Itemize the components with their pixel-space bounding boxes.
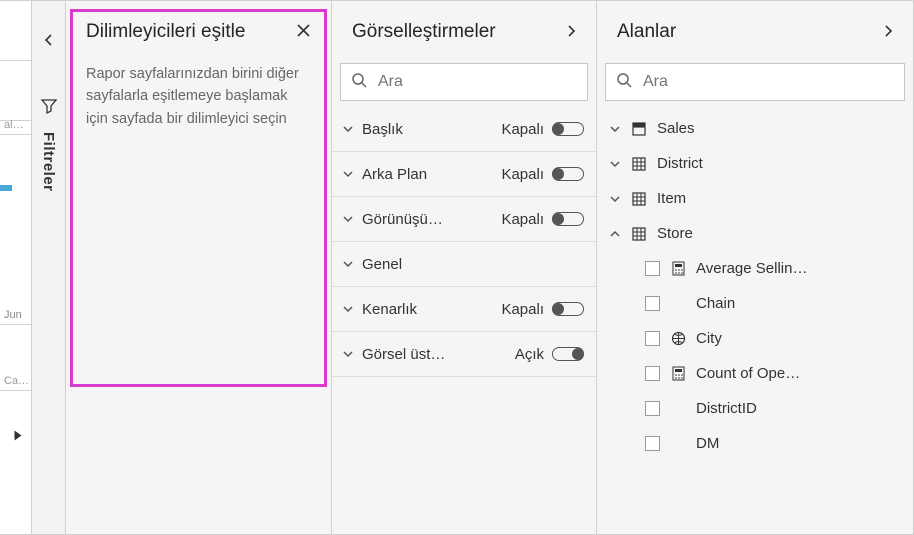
- field-checkbox[interactable]: [645, 401, 660, 416]
- table-label: Item: [657, 190, 686, 207]
- field-label: City: [696, 330, 722, 347]
- table-label: Sales: [657, 120, 695, 137]
- format-row-label: Kenarlık: [362, 301, 493, 318]
- table-label: Store: [657, 225, 693, 242]
- format-row-state: Kapalı: [501, 121, 544, 138]
- field-checkbox[interactable]: [645, 331, 660, 346]
- chevron-right-icon[interactable]: [883, 24, 893, 41]
- field-checkbox[interactable]: [645, 261, 660, 276]
- chevron-down-icon: [342, 303, 354, 315]
- table-row-sales[interactable]: Sales: [605, 111, 905, 146]
- canvas-label: Jun: [4, 309, 22, 321]
- fields-search-input[interactable]: [643, 73, 894, 91]
- format-row-aspect[interactable]: Görünüşü… Kapalı: [332, 197, 596, 242]
- field-label: Count of Ope…: [696, 365, 800, 382]
- format-row-background[interactable]: Arka Plan Kapalı: [332, 152, 596, 197]
- table-row-store[interactable]: Store: [605, 216, 905, 251]
- table-icon: [631, 226, 647, 242]
- canvas-expand-caret-icon[interactable]: [15, 431, 22, 441]
- field-row-dm[interactable]: DM: [605, 426, 905, 461]
- chevron-down-icon: [609, 193, 621, 205]
- report-canvas-edge: al… Jun Ca…: [0, 1, 32, 534]
- filters-pane-collapsed[interactable]: Filtreler: [32, 1, 66, 534]
- table-row-district[interactable]: District: [605, 146, 905, 181]
- sync-slicers-pane: Dilimleyicileri eşitle Rapor sayfalarını…: [66, 1, 332, 534]
- toggle-switch[interactable]: [552, 212, 584, 226]
- visualizations-title: Görselleştirmeler: [352, 21, 496, 43]
- table-icon: [631, 156, 647, 172]
- field-row-chain[interactable]: Chain: [605, 286, 905, 321]
- visualizations-pane: Görselleştirmeler Başlık Kapalı A: [332, 1, 597, 534]
- chevron-down-icon: [342, 258, 354, 270]
- field-row-average-selling[interactable]: Average Sellin…: [605, 251, 905, 286]
- table-icon: [631, 191, 647, 207]
- format-row-state: Açık: [515, 346, 544, 363]
- chevron-down-icon: [342, 348, 354, 360]
- calculator-icon: [670, 261, 686, 276]
- chevron-right-icon[interactable]: [566, 24, 576, 41]
- toggle-switch[interactable]: [552, 302, 584, 316]
- filters-pane-label: Filtreler: [40, 132, 57, 192]
- field-row-count-open[interactable]: Count of Ope…: [605, 356, 905, 391]
- chevron-down-icon: [609, 158, 621, 170]
- format-row-visual-header[interactable]: Görsel üst… Açık: [332, 332, 596, 377]
- format-row-state: Kapalı: [501, 211, 544, 228]
- format-row-label: Genel: [362, 256, 584, 273]
- field-label: DM: [696, 435, 719, 452]
- format-row-label: Görünüşü…: [362, 211, 493, 228]
- visualizations-search-input[interactable]: [378, 73, 577, 91]
- canvas-label: Ca…: [4, 375, 29, 387]
- format-row-border[interactable]: Kenarlık Kapalı: [332, 287, 596, 332]
- sync-slicers-title: Dilimleyicileri eşitle: [86, 21, 245, 43]
- fields-pane: Alanlar Sales District: [597, 1, 913, 534]
- search-icon: [616, 72, 633, 92]
- toggle-switch[interactable]: [552, 347, 584, 361]
- chevron-up-icon: [609, 228, 621, 240]
- toggle-switch[interactable]: [552, 167, 584, 181]
- visualizations-search[interactable]: [340, 63, 588, 101]
- field-checkbox[interactable]: [645, 436, 660, 451]
- close-icon[interactable]: [296, 23, 311, 41]
- field-checkbox[interactable]: [645, 366, 660, 381]
- field-row-city[interactable]: City: [605, 321, 905, 356]
- chevron-left-icon[interactable]: [44, 33, 54, 47]
- table-icon: [631, 121, 647, 137]
- globe-icon: [670, 331, 686, 346]
- format-row-state: Kapalı: [501, 166, 544, 183]
- chevron-down-icon: [609, 123, 621, 135]
- format-row-state: Kapalı: [501, 301, 544, 318]
- canvas-label: al…: [4, 119, 24, 131]
- field-label: Chain: [696, 295, 735, 312]
- format-row-label: Başlık: [362, 121, 493, 138]
- fields-search[interactable]: [605, 63, 905, 101]
- table-row-item[interactable]: Item: [605, 181, 905, 216]
- field-checkbox[interactable]: [645, 296, 660, 311]
- format-row-title[interactable]: Başlık Kapalı: [332, 107, 596, 152]
- format-row-label: Görsel üst…: [362, 346, 507, 363]
- chevron-down-icon: [342, 123, 354, 135]
- field-label: DistrictID: [696, 400, 757, 417]
- chevron-down-icon: [342, 168, 354, 180]
- format-row-general[interactable]: Genel: [332, 242, 596, 287]
- sync-slicers-description: Rapor sayfalarınızdan birini diğer sayfa…: [86, 63, 311, 130]
- chevron-down-icon: [342, 213, 354, 225]
- field-label: Average Sellin…: [696, 260, 807, 277]
- field-row-districtid[interactable]: DistrictID: [605, 391, 905, 426]
- search-icon: [351, 72, 368, 92]
- funnel-icon: [40, 97, 58, 118]
- format-row-label: Arka Plan: [362, 166, 493, 183]
- toggle-switch[interactable]: [552, 122, 584, 136]
- table-label: District: [657, 155, 703, 172]
- fields-title: Alanlar: [617, 21, 676, 43]
- calculator-icon: [670, 366, 686, 381]
